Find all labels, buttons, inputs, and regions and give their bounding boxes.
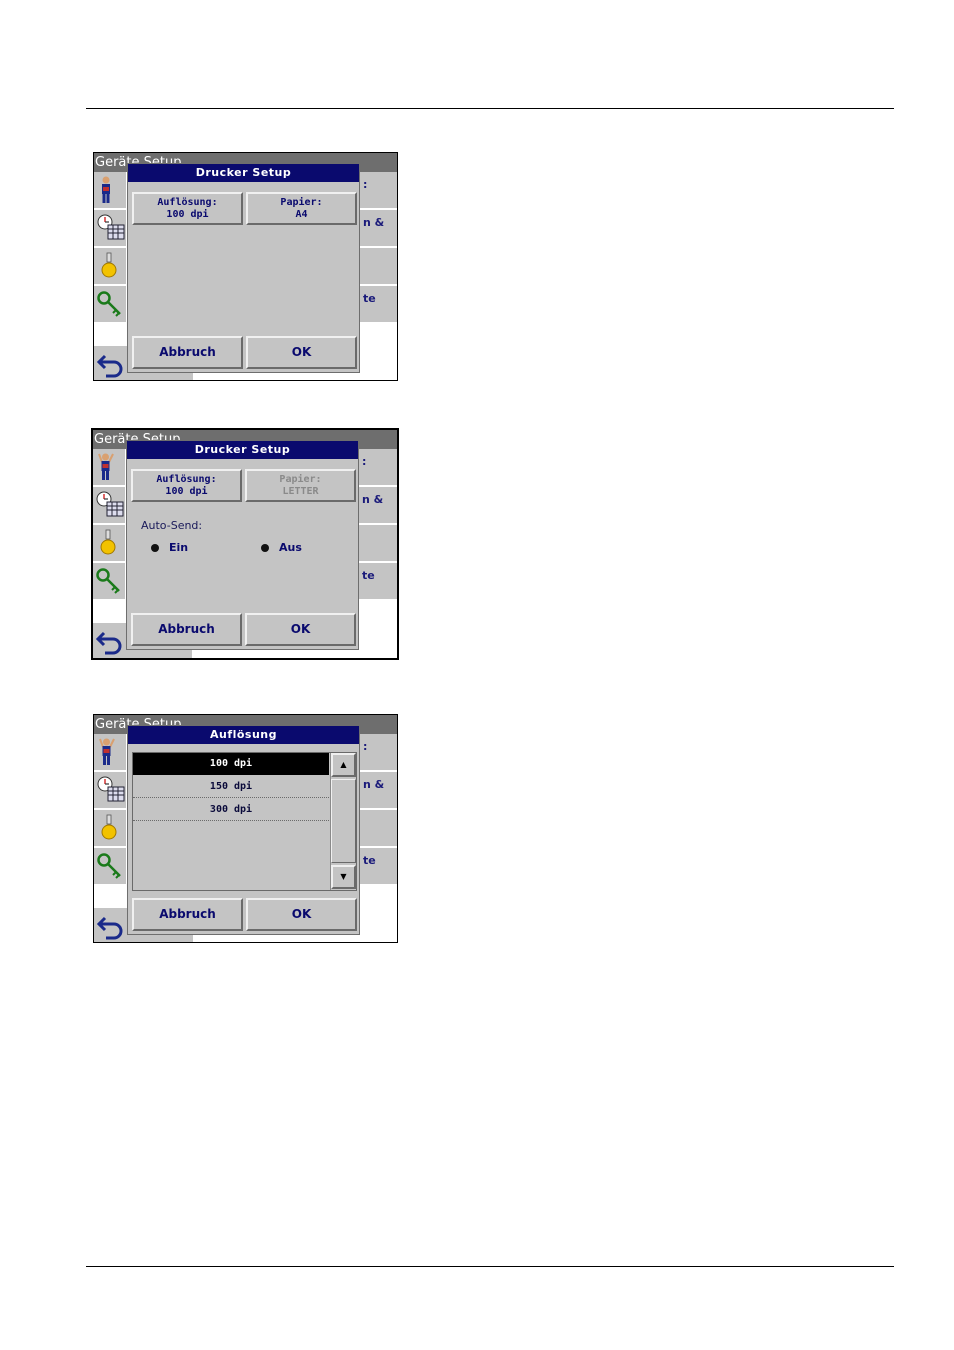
bg-button-lamp[interactable] [94,810,126,847]
radio-dot-icon [261,544,269,552]
paper-button[interactable]: Papier: LETTER [245,469,356,502]
radio-on-label: Ein [169,541,189,554]
clock-calendar-icon [97,214,125,240]
scroll-up-button[interactable]: ▲ [331,753,356,777]
bg-button-key[interactable] [93,563,125,600]
footer-rule [86,1266,894,1267]
list-item[interactable]: 100 dpi [133,753,329,775]
resolution-label: Auflösung: [156,474,217,485]
radio-on[interactable]: Ein [151,541,188,554]
bg-right-item-2[interactable]: n & [357,487,397,524]
bg-button-key[interactable] [94,286,126,323]
dialog-title: Drucker Setup [127,441,358,459]
resolution-dialog: Auflösung 100 dpi 150 dpi 300 dpi ▲ ▼ Ab… [127,725,360,935]
paper-button[interactable]: Papier: A4 [246,192,357,225]
bg-button-datetime[interactable] [94,772,126,809]
screenshot-resolution-list: Geräte Setup [93,714,398,943]
back-arrow-icon [96,354,123,378]
lamp-icon [101,252,117,278]
bg-right-item-2[interactable]: n & [358,210,397,247]
bg-right-item-1[interactable]: : [357,449,397,486]
lamp-icon [101,814,117,840]
screenshot-printer-setup-1: Geräte Setup [93,152,398,381]
key-icon [97,291,121,317]
header-rule [86,108,894,109]
paper-label: Papier: [279,474,322,485]
cancel-button[interactable]: Abbruch [131,613,242,646]
resolution-value: 100 dpi [166,209,209,220]
ok-button[interactable]: OK [245,613,356,646]
bg-button-lamp[interactable] [94,248,126,285]
bg-button-datetime[interactable] [94,210,126,247]
dialog-title: Drucker Setup [128,164,359,182]
cancel-button[interactable]: Abbruch [132,336,243,369]
ok-button[interactable]: OK [246,336,357,369]
bg-button-user[interactable] [94,172,126,209]
lamp-icon [100,529,116,555]
back-arrow-icon [95,631,122,655]
bg-right-item-3[interactable] [357,525,397,562]
bg-right-item-3[interactable] [358,248,397,285]
list-item[interactable]: 300 dpi [133,799,329,821]
bg-button-user[interactable] [94,734,126,771]
paper-label: Papier: [280,197,323,208]
bg-right-item-3[interactable] [358,810,397,847]
bg-button-datetime[interactable] [93,487,125,524]
user-icon [98,453,114,480]
resolution-list: 100 dpi 150 dpi 300 dpi ▲ ▼ [132,752,357,891]
radio-off[interactable]: Aus [261,541,302,554]
scrollbar[interactable]: ▲ ▼ [330,753,356,890]
bg-button-lamp[interactable] [93,525,125,562]
radio-dot-icon [151,544,159,552]
bg-button-key[interactable] [94,848,126,885]
printer-setup-dialog: Drucker Setup Auflösung: 100 dpi Papier:… [126,440,359,650]
bg-right-item-1[interactable]: : [358,734,397,771]
bg-right-item-1[interactable]: : [358,172,397,209]
resolution-value: 100 dpi [165,486,208,497]
key-icon [97,853,121,879]
bg-button-user[interactable] [93,449,125,486]
ok-button[interactable]: OK [246,898,357,931]
bg-right-item-4[interactable]: te [358,848,397,885]
user-icon [102,176,110,203]
printer-setup-dialog: Drucker Setup Auflösung: 100 dpi Papier:… [127,163,360,373]
clock-calendar-icon [96,491,124,517]
bg-right-item-2[interactable]: n & [358,772,397,809]
clock-calendar-icon [97,776,125,802]
bg-right-item-4[interactable]: te [357,563,397,600]
dialog-title: Auflösung [128,726,359,744]
resolution-label: Auflösung: [157,197,218,208]
screenshot-printer-setup-2: Geräte Setup [91,428,399,660]
back-arrow-icon [96,916,123,940]
paper-value: LETTER [282,486,319,497]
bg-right-item-4[interactable]: te [358,286,397,323]
key-icon [96,568,120,594]
user-icon [99,738,115,765]
radio-off-label: Aus [279,541,302,554]
scroll-thumb[interactable] [331,779,356,863]
cancel-button[interactable]: Abbruch [132,898,243,931]
autosend-label: Auto-Send: [141,519,203,532]
resolution-button[interactable]: Auflösung: 100 dpi [131,469,242,502]
resolution-button[interactable]: Auflösung: 100 dpi [132,192,243,225]
scroll-down-button[interactable]: ▼ [331,865,356,889]
list-item[interactable]: 150 dpi [133,776,329,798]
paper-value: A4 [295,209,308,220]
